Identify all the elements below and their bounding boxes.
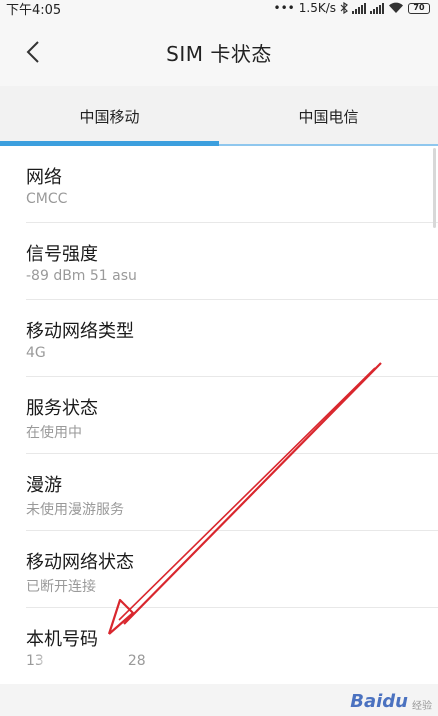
more-dots-icon: ••• <box>273 1 295 15</box>
bluetooth-icon <box>340 2 348 14</box>
item-value: 在使用中 <box>26 425 82 441</box>
item-title: 信号强度 <box>26 244 98 265</box>
network-speed: 1.5K/s <box>298 1 336 15</box>
battery-level: 70 <box>413 3 425 12</box>
scrollbar[interactable] <box>433 148 436 228</box>
phone-number-value: 13 28 <box>26 653 146 669</box>
sim-status-list: 网络 CMCC 信号强度 -89 dBm 51 asu 移动网络类型 4G 服务… <box>0 146 438 685</box>
status-bar: 下午4:05 ••• 1.5K/s 70 <box>0 0 438 18</box>
tab-label: 中国电信 <box>298 107 359 126</box>
item-value: 未使用漫游服务 <box>26 502 124 518</box>
item-title: 服务状态 <box>26 398 98 419</box>
header: SIM 卡状态 <box>0 16 438 86</box>
list-item-service-state[interactable]: 服务状态 在使用中 <box>26 377 438 454</box>
list-item-roaming[interactable]: 漫游 未使用漫游服务 <box>26 454 438 531</box>
item-value: 已断开连接 <box>26 579 96 595</box>
item-value: 13 28 <box>26 653 146 669</box>
signal-icon <box>370 2 384 14</box>
list-item-network[interactable]: 网络 CMCC <box>26 146 438 223</box>
item-title: 网络 <box>26 167 62 188</box>
item-title: 本机号码 <box>26 629 98 650</box>
page-title: SIM 卡状态 <box>166 42 272 66</box>
item-value: 4G <box>26 345 46 361</box>
item-value: -89 dBm 51 asu <box>26 268 137 284</box>
item-title: 移动网络状态 <box>26 552 134 573</box>
baidu-watermark: Baidu 经验 <box>350 691 432 712</box>
item-value: CMCC <box>26 191 68 207</box>
status-icons: ••• 1.5K/s 70 <box>274 0 430 16</box>
battery-icon: 70 <box>408 2 430 14</box>
wifi-icon <box>389 2 403 14</box>
list-item-mobile-network-state[interactable]: 移动网络状态 已断开连接 <box>26 531 438 608</box>
list-item-network-type[interactable]: 移动网络类型 4G <box>26 300 438 377</box>
list-item-signal-strength[interactable]: 信号强度 -89 dBm 51 asu <box>26 223 438 300</box>
signal-icon <box>352 2 366 14</box>
list-item-phone-number[interactable]: 本机号码 13 28 <box>26 608 438 685</box>
blur-mask <box>42 654 96 669</box>
tab-label: 中国移动 <box>79 107 140 126</box>
tab-china-mobile[interactable]: 中国移动 <box>0 86 219 146</box>
item-title: 漫游 <box>26 475 62 496</box>
watermark-logo: Baidu <box>350 691 408 712</box>
watermark-text: 经验 <box>412 701 432 712</box>
tab-china-telecom[interactable]: 中国电信 <box>219 86 438 146</box>
tab-bar: 中国移动 中国电信 <box>0 86 438 146</box>
item-title: 移动网络类型 <box>26 321 134 342</box>
